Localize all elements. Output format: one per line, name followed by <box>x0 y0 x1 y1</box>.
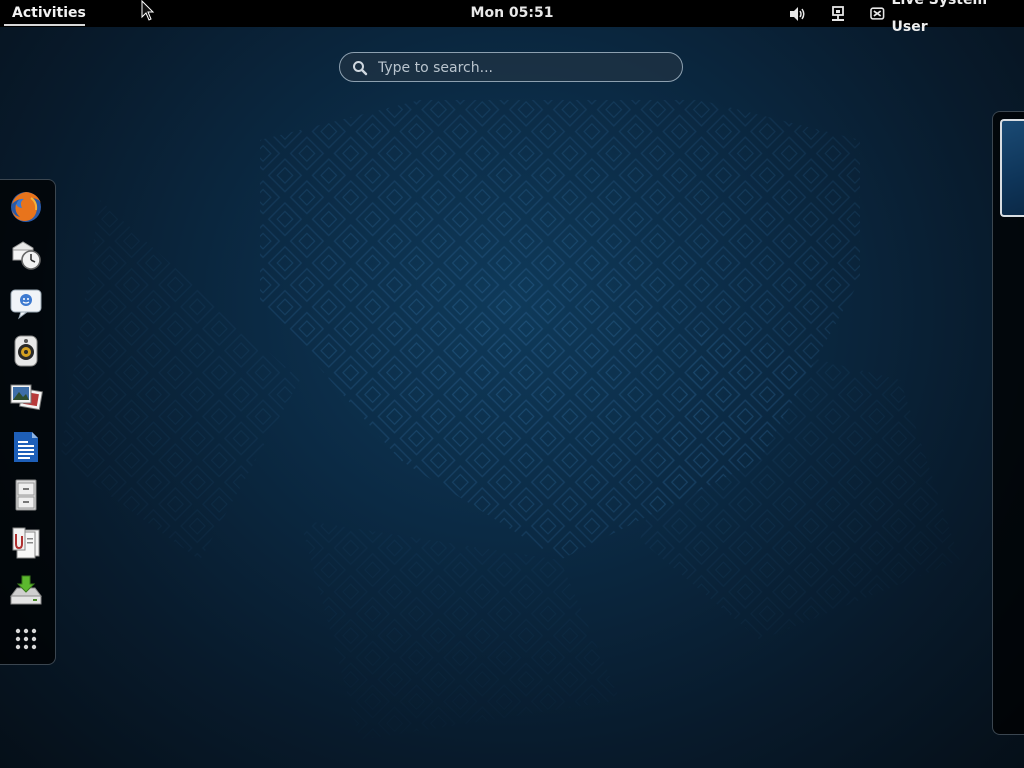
user-status-icon <box>870 6 885 20</box>
dash-item-empathy[interactable] <box>8 285 44 321</box>
dash-item-documents[interactable] <box>8 525 44 561</box>
dash-item-writer[interactable] <box>8 429 44 465</box>
search-box[interactable] <box>339 52 683 82</box>
wallpaper-pattern <box>60 100 960 740</box>
app-grid-icon <box>15 628 37 650</box>
chat-icon <box>10 289 42 320</box>
speaker-icon <box>14 335 38 367</box>
dash-item-files[interactable] <box>8 477 44 513</box>
dash-item-shotwell[interactable] <box>8 381 44 417</box>
search-input[interactable] <box>376 57 670 79</box>
dash-item-evolution[interactable] <box>8 237 44 273</box>
search-icon <box>353 61 368 76</box>
user-name-label: Live System User <box>891 0 988 35</box>
file-cabinet-icon <box>15 479 37 511</box>
user-menu[interactable]: Live System User <box>870 0 1024 35</box>
photos-icon <box>10 384 43 411</box>
activities-indicator <box>4 24 85 26</box>
firefox-icon <box>11 192 41 222</box>
mouse-cursor-icon <box>141 0 155 21</box>
install-to-disk-icon <box>10 575 42 605</box>
dash-item-firefox[interactable] <box>8 189 44 225</box>
volume-icon[interactable] <box>787 4 807 24</box>
mail-clock-icon <box>12 241 41 270</box>
network-wired-icon[interactable] <box>828 4 848 24</box>
dash-item-rhythmbox[interactable] <box>8 333 44 369</box>
dash-item-install[interactable] <box>8 573 44 609</box>
show-applications-button[interactable] <box>8 621 44 657</box>
desktop-overview: Activities Mon 05:51 Live System User <box>0 0 1024 768</box>
clock-button[interactable]: Mon 05:51 <box>471 5 554 21</box>
documents-icon <box>12 527 40 559</box>
workspace-thumbnail[interactable] <box>1000 119 1024 217</box>
workspace-switcher <box>992 111 1024 735</box>
document-icon <box>14 432 38 462</box>
activities-button[interactable]: Activities <box>0 0 98 27</box>
dash <box>0 179 56 665</box>
